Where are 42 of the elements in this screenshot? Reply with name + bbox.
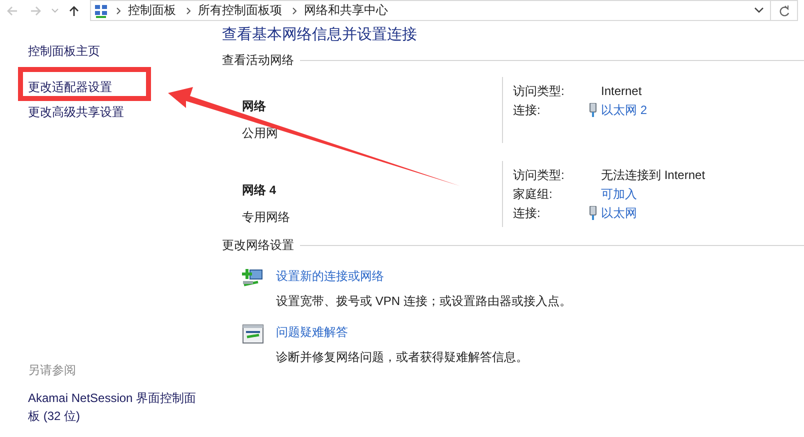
detail-label: 家庭组: <box>513 186 554 202</box>
dropdown-caret-icon[interactable] <box>754 7 764 14</box>
refresh-icon <box>778 4 790 16</box>
section-heading: 查看活动网络 <box>222 52 294 69</box>
access-type-value: Internet <box>601 84 642 98</box>
network-type: 公用网 <box>242 125 279 142</box>
network-plus-icon <box>242 268 264 288</box>
up-arrow-icon[interactable] <box>68 4 80 16</box>
sidebar-link[interactable]: 更改适配器设置 <box>28 78 193 103</box>
sidebar-link[interactable]: 更改高级共享设置 <box>28 103 193 128</box>
task-description: 诊断并修复网络问题，或者获得疑难解答信息。 <box>276 349 528 366</box>
see-also-link[interactable]: Akamai NetSession 界面控制面板 (32 位) <box>28 389 198 425</box>
network-cable-icon <box>589 206 597 220</box>
sidebar-link[interactable]: 控制面板主页 <box>28 42 193 67</box>
breadcrumb[interactable]: 网络和共享中心 <box>300 2 396 19</box>
page-title: 查看基本网络信息并设置连接 <box>222 25 418 44</box>
chevron-icon <box>116 6 122 14</box>
detail-label: 访问类型: <box>513 82 566 100</box>
task-link[interactable]: 问题疑难解答 <box>276 324 348 341</box>
network-folder-icon <box>94 4 108 18</box>
access-type-value: 无法连接到 Internet <box>601 166 706 184</box>
homegroup-link[interactable]: 可加入 <box>601 186 637 202</box>
detail-label: 连接: <box>513 102 542 118</box>
chevron-icon <box>292 6 298 14</box>
network-type: 专用网络 <box>242 209 291 226</box>
connection-link[interactable]: 以太网 <box>601 204 637 222</box>
network-cable-icon <box>589 103 597 117</box>
task-description: 设置宽带、拨号或 VPN 连接；或设置路由器或接入点。 <box>276 293 572 310</box>
network-name: 网络 4 <box>242 182 278 199</box>
connection-link[interactable]: 以太网 2 <box>601 102 648 118</box>
see-also-heading: 另请参阅 <box>28 362 77 379</box>
detail-label: 连接: <box>513 204 542 222</box>
detail-label: 访问类型: <box>513 166 566 184</box>
breadcrumb[interactable]: 控制面板 <box>124 2 184 19</box>
task-link[interactable]: 设置新的连接或网络 <box>276 268 384 285</box>
breadcrumb[interactable]: 所有控制面板项 <box>194 2 290 19</box>
chevron-icon <box>186 6 192 14</box>
section-heading: 更改网络设置 <box>222 237 294 254</box>
diagnostic-window-icon <box>242 324 264 344</box>
refresh-button[interactable] <box>771 0 798 21</box>
network-name: 网络 <box>242 98 267 115</box>
address-bar[interactable]: 控制面板 所有控制面板项 网络和共享中心 <box>90 0 771 21</box>
